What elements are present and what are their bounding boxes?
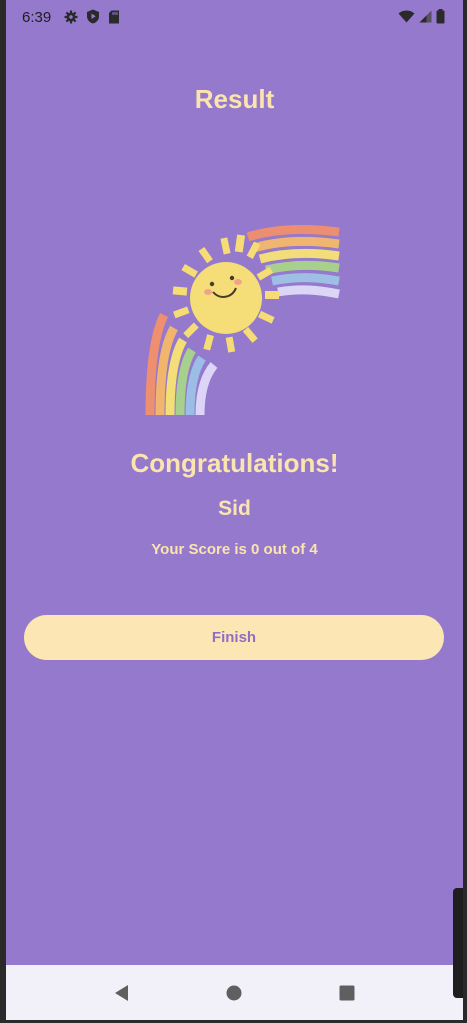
status-time: 6:39 (22, 9, 52, 26)
recents-icon[interactable] (327, 973, 367, 1013)
sd-card-icon (108, 10, 120, 24)
back-icon[interactable] (102, 973, 142, 1013)
home-icon[interactable] (214, 973, 254, 1013)
signal-icon (419, 10, 432, 23)
finish-button[interactable]: Finish (24, 615, 444, 660)
score-text: Your Score is 0 out of 4 (151, 541, 318, 558)
app-screen: 6:39 Result Congratulations! Sid Your Sc… (6, 0, 463, 1020)
player-name: Sid (218, 497, 251, 520)
wifi-icon (398, 10, 415, 23)
status-icons-left (64, 9, 120, 24)
congratulations-heading: Congratulations! (130, 448, 339, 478)
status-bar: 6:39 (6, 0, 463, 34)
battery-icon (436, 9, 445, 24)
side-panel-handle[interactable] (453, 888, 463, 998)
sun-rainbow-illustration (136, 220, 346, 420)
status-icons-right (398, 9, 445, 24)
page-title: Result (194, 84, 275, 114)
gear-icon (64, 10, 78, 24)
play-protect-icon (86, 9, 100, 24)
system-nav-bar (6, 965, 463, 1020)
